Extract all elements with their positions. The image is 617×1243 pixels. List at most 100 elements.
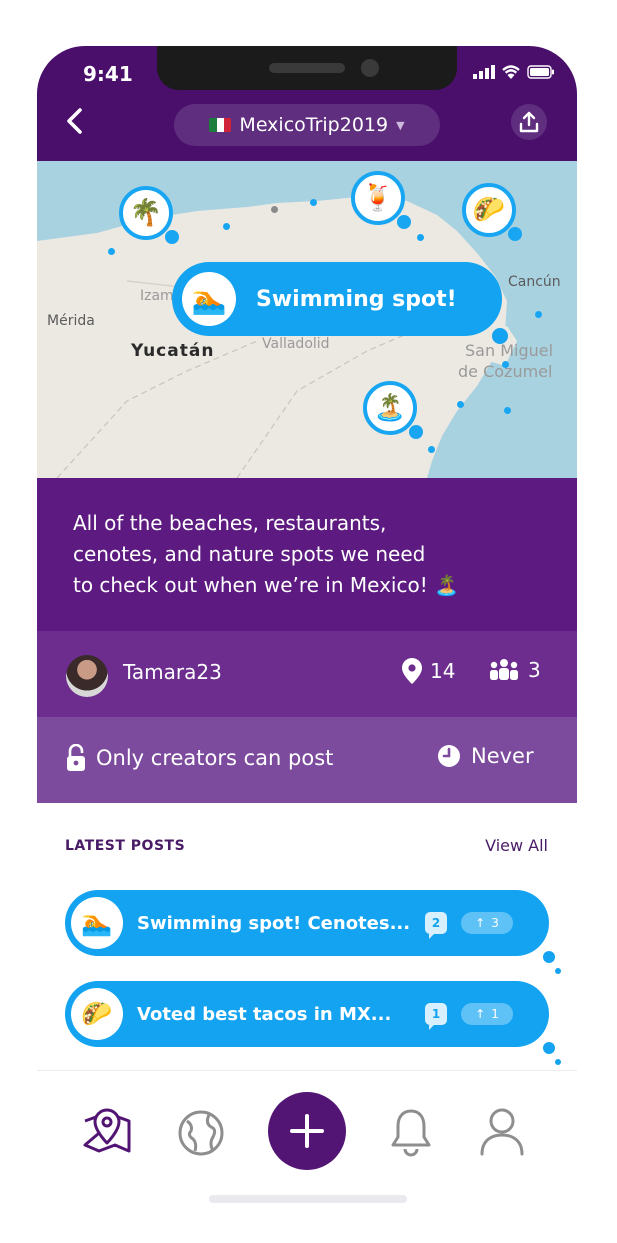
expiry-setting[interactable]: Never bbox=[437, 744, 534, 768]
taco-icon: 🌮 bbox=[472, 195, 506, 225]
avatar[interactable] bbox=[66, 655, 108, 697]
map-label-merida: Mérida bbox=[47, 313, 95, 329]
chevron-down-icon: ▼ bbox=[396, 118, 405, 132]
map-route-dot bbox=[504, 407, 511, 414]
map-label-izamal: Izam bbox=[140, 288, 174, 304]
upvote-badge[interactable]: ↑ 1 bbox=[461, 1003, 513, 1025]
map-pin-palm[interactable]: 🌴 bbox=[119, 186, 179, 244]
tab-notifications[interactable] bbox=[389, 1107, 433, 1161]
map-callout[interactable]: 🏊 Swimming spot! bbox=[172, 262, 508, 344]
app-header: 9:41 MexicoTrip2019 ▼ bbox=[37, 46, 577, 161]
status-icons bbox=[473, 64, 555, 79]
location-pin-icon bbox=[402, 658, 422, 684]
view-all-link[interactable]: View All bbox=[485, 836, 548, 855]
speaker bbox=[269, 63, 345, 73]
trip-selector[interactable]: MexicoTrip2019 ▼ bbox=[174, 104, 440, 146]
spots-count: 14 bbox=[430, 659, 456, 683]
map-route-dot bbox=[310, 199, 317, 206]
map-route-dot bbox=[108, 248, 115, 255]
map-route-dot bbox=[502, 361, 509, 368]
callout-tail bbox=[492, 328, 508, 344]
comment-count-badge: 2 bbox=[425, 912, 447, 939]
permissions-row: Only creators can post Never bbox=[37, 717, 577, 803]
latest-posts-heading: LATEST POSTS bbox=[65, 838, 186, 854]
palm-tree-icon: 🌴 bbox=[129, 198, 163, 228]
post-tail bbox=[543, 1042, 555, 1054]
taco-icon: 🌮 bbox=[71, 988, 123, 1040]
wifi-icon bbox=[502, 65, 520, 79]
comment-count: 1 bbox=[431, 1007, 441, 1021]
tab-map[interactable] bbox=[81, 1107, 133, 1157]
map-route-dot bbox=[271, 206, 278, 213]
lock-icon bbox=[67, 744, 85, 771]
arrow-up-icon: ↑ bbox=[475, 916, 486, 930]
globe-icon bbox=[178, 1110, 224, 1156]
cocktail-icon: 🍹 bbox=[361, 183, 395, 213]
upvote-count: 3 bbox=[491, 916, 499, 930]
post-title: Swimming spot! Cenotes... bbox=[137, 912, 409, 934]
callout-text: Swimming spot! bbox=[256, 286, 457, 312]
map-pin-icon bbox=[83, 1108, 131, 1153]
home-indicator[interactable] bbox=[209, 1195, 407, 1203]
trip-map[interactable]: Izam Valladolid Mérida Yucatán Cancún Sa… bbox=[37, 161, 577, 478]
post-tail bbox=[555, 968, 561, 974]
battery-icon bbox=[527, 64, 554, 79]
members-count: 3 bbox=[528, 658, 541, 682]
post-permission[interactable]: Only creators can post bbox=[66, 744, 333, 772]
map-label-cancun: Cancún bbox=[508, 274, 561, 290]
bell-icon bbox=[391, 1109, 431, 1157]
status-time: 9:41 bbox=[83, 62, 133, 86]
map-route-dot bbox=[457, 401, 464, 408]
add-post-button[interactable] bbox=[268, 1092, 346, 1170]
bottom-tab-bar bbox=[37, 1071, 577, 1176]
map-label-valladolid: Valladolid bbox=[262, 336, 330, 352]
post-tail bbox=[543, 951, 555, 963]
phone-screen: 9:41 MexicoTrip2019 ▼ Izam Valladolid Mé… bbox=[37, 46, 577, 1176]
swimmer-icon: 🏊 bbox=[71, 897, 123, 949]
mexico-flag-icon bbox=[209, 118, 232, 132]
creator-row: Tamara23 14 3 bbox=[37, 631, 577, 717]
expiry-label: Never bbox=[471, 744, 534, 768]
share-button[interactable] bbox=[511, 104, 547, 140]
upvote-count: 1 bbox=[491, 1007, 499, 1021]
trip-description: All of the beaches, restaurants, cenotes… bbox=[37, 478, 577, 631]
back-button[interactable] bbox=[61, 104, 91, 138]
map-route-dot bbox=[535, 311, 542, 318]
spots-stat: 14 bbox=[402, 658, 455, 684]
profile-icon bbox=[480, 1108, 524, 1156]
group-icon bbox=[490, 659, 518, 680]
swimmer-icon: 🏊 bbox=[182, 272, 236, 326]
comment-count-badge: 1 bbox=[425, 1003, 447, 1030]
tab-profile[interactable] bbox=[479, 1107, 525, 1161]
description-line: All of the beaches, restaurants, bbox=[73, 511, 387, 535]
post-tail bbox=[555, 1059, 561, 1065]
device-notch bbox=[157, 46, 457, 90]
post-title: Voted best tacos in MX... bbox=[137, 1003, 392, 1025]
upvote-badge[interactable]: ↑ 3 bbox=[461, 912, 513, 934]
creator-username[interactable]: Tamara23 bbox=[123, 660, 222, 684]
arrow-up-icon: ↑ bbox=[475, 1007, 486, 1021]
trip-name: MexicoTrip2019 bbox=[239, 114, 389, 136]
island-icon: 🏝️ bbox=[373, 393, 407, 423]
post-item[interactable]: 🏊 Swimming spot! Cenotes... 2 ↑ 3 bbox=[65, 890, 561, 974]
plus-icon bbox=[290, 1114, 324, 1148]
map-pin-island[interactable]: 🏝️ bbox=[363, 381, 423, 439]
map-route-dot bbox=[223, 223, 230, 230]
map-pin-taco[interactable]: 🌮 bbox=[462, 183, 522, 241]
chevron-left-icon bbox=[67, 108, 82, 134]
post-permission-label: Only creators can post bbox=[96, 746, 334, 770]
description-text: All of the beaches, restaurants, cenotes… bbox=[73, 508, 547, 601]
map-route-dot bbox=[417, 234, 424, 241]
description-line: cenotes, and nature spots we need bbox=[73, 542, 426, 566]
camera bbox=[361, 59, 379, 77]
map-pin-cocktail[interactable]: 🍹 bbox=[351, 171, 411, 229]
comment-count: 2 bbox=[431, 916, 441, 930]
share-icon bbox=[519, 111, 539, 133]
tab-explore[interactable] bbox=[177, 1109, 225, 1161]
clock-icon bbox=[438, 745, 460, 767]
members-stat: 3 bbox=[488, 658, 541, 682]
description-line: to check out when we’re in Mexico! 🏝️ bbox=[73, 573, 459, 597]
post-item[interactable]: 🌮 Voted best tacos in MX... 1 ↑ 1 bbox=[65, 981, 561, 1065]
map-label-san-miguel: San Miguel bbox=[465, 341, 554, 360]
map-label-yucatan: Yucatán bbox=[131, 341, 215, 361]
